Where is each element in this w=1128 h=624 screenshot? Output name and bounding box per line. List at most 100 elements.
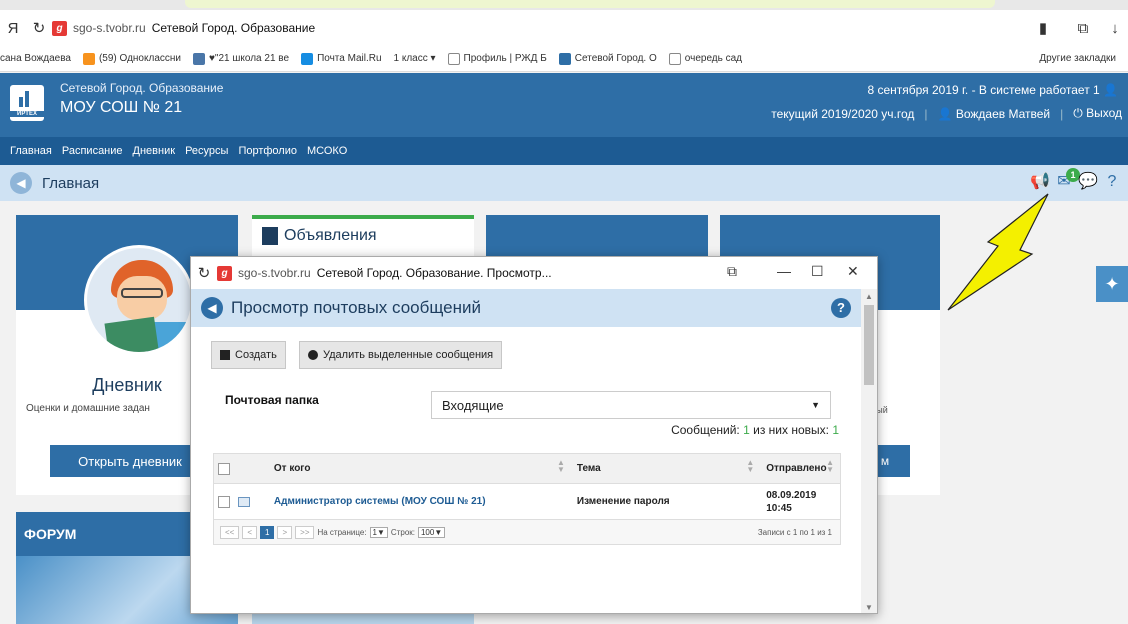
help-icon[interactable]: ? — [831, 298, 851, 318]
popup-url-host[interactable]: sgo-s.tvobr.ru — [238, 266, 311, 280]
envelope-icon — [237, 496, 250, 507]
folder-select[interactable]: Входящие ▼ — [431, 391, 831, 419]
pager-last[interactable]: >> — [295, 525, 315, 539]
ok-icon — [82, 52, 95, 65]
page-icon — [447, 52, 460, 65]
records-info: Записи с 1 по 1 из 1 — [757, 527, 832, 537]
delete-selected-button[interactable]: Удалить выделенные сообщения — [299, 341, 503, 369]
page-icon — [668, 52, 681, 65]
per-page-select[interactable]: 1▼ — [369, 526, 388, 538]
table-row[interactable]: Администратор системы (МОУ СОШ № 21) Изм… — [214, 484, 840, 520]
scroll-down-icon: ▼ — [865, 603, 873, 612]
maximize-icon[interactable]: ☐ — [811, 263, 824, 280]
nav-item-diary[interactable]: Дневник — [133, 145, 176, 157]
subject[interactable]: Изменение пароля — [577, 496, 670, 507]
popup-heading: Просмотр почтовых сообщений — [231, 298, 481, 317]
popup-title: Сетевой Город. Образование. Просмотр... — [316, 266, 552, 280]
bookmark-item[interactable]: ♥"21 школа 21 ве — [192, 52, 289, 65]
select-all-checkbox[interactable] — [217, 462, 230, 475]
bookmark-item[interactable]: Почта Mail.Ru — [301, 52, 382, 65]
tab-title: Сетевой Город. Образование — [151, 21, 316, 35]
mail-popup-window: ↻ g sgo-s.tvobr.ru Сетевой Город. Образо… — [190, 256, 878, 614]
scroll-up-icon: ▲ — [865, 292, 873, 301]
pager: << < 1 > >> На странице: 1▼ Строк: 100▼ … — [214, 520, 840, 544]
main-nav: Главная Расписание Дневник Ресурсы Портф… — [0, 137, 1128, 165]
forum-title: ФОРУМ — [24, 526, 77, 542]
bookmark-item[interactable]: очередь сад — [668, 52, 742, 65]
user-line: текущий 2019/2020 уч.год | 👤 Вождаев Мат… — [771, 106, 1122, 121]
reload-icon[interactable]: ↻ — [191, 264, 217, 282]
browser-top-strip — [0, 0, 1128, 10]
chevron-down-icon: ▼ — [811, 400, 820, 410]
col-sent[interactable]: Отправлено ▲ ▼ — [760, 459, 840, 475]
site-favicon-icon: g — [52, 20, 67, 36]
logout-link[interactable]: ⏻ Выход — [1073, 106, 1122, 121]
magic-wand-icon[interactable]: ✦ — [1096, 266, 1128, 302]
url-host[interactable]: sgo-s.tvobr.ru — [73, 21, 146, 35]
sort-icon: ▲ ▼ — [556, 458, 565, 474]
nav-item-home[interactable]: Главная — [10, 145, 52, 157]
scroll-thumb — [864, 305, 874, 385]
rows-select[interactable]: 100▼ — [417, 526, 446, 538]
chat-icon[interactable]: 💬 — [1078, 172, 1098, 192]
site-name: Сетевой Город. Образование — [60, 81, 224, 95]
site-favicon-icon: g — [217, 265, 232, 281]
open-diary-button[interactable]: Открыть дневник — [50, 445, 210, 477]
extensions-icon[interactable]: ⧉ — [1070, 20, 1096, 37]
nav-item-resources[interactable]: Ресурсы — [185, 145, 228, 157]
announcements-title[interactable]: Объявления — [284, 227, 377, 245]
back-arrow-icon[interactable]: ◀ — [201, 297, 223, 319]
pager-first[interactable]: << — [220, 525, 240, 539]
student-avatar — [84, 245, 194, 355]
open-in-tab-icon[interactable]: ⧉ — [727, 263, 737, 280]
bookmark-item[interactable]: сана Вождаева — [0, 53, 71, 64]
pager-next[interactable]: > — [277, 525, 293, 539]
sort-icon: ▲ ▼ — [826, 458, 834, 474]
yandex-logo[interactable]: Я — [0, 20, 26, 37]
nav-item-schedule[interactable]: Расписание — [62, 145, 123, 157]
sender-link[interactable]: Администратор системы (МОУ СОШ № 21) — [274, 496, 486, 507]
nav-item-msoko[interactable]: МСОКО — [307, 145, 347, 157]
messages-table: От кого ▲ ▼ Тема ▲ ▼ Отправлено ▲ ▼ Администра… — [213, 453, 841, 545]
per-page-label: На странице: — [317, 527, 367, 537]
reload-icon[interactable]: ↻ — [26, 19, 52, 37]
sent-date: 08.09.2019 10:45 — [766, 489, 817, 514]
bookmark-item[interactable]: Сетевой Город. О — [558, 52, 657, 65]
mail-icon — [301, 52, 314, 65]
bookmark-item[interactable]: Профиль | РЖД Б — [447, 52, 547, 65]
message-count: Сообщений: 1 из них новых: 1 — [671, 423, 839, 437]
minimize-icon[interactable]: — — [777, 263, 791, 279]
sort-icon: ▲ ▼ — [746, 458, 755, 474]
col-subject[interactable]: Тема ▲ ▼ — [571, 459, 760, 475]
other-bookmarks[interactable]: Другие закладки — [1039, 53, 1116, 64]
user-icon: 👤 — [1103, 83, 1118, 97]
pager-prev[interactable]: < — [242, 525, 258, 539]
minus-circle-icon — [308, 350, 318, 360]
date-status: 8 сентября 2019 г. - В системе работает … — [867, 83, 1118, 97]
power-icon: ⏻ — [1073, 106, 1083, 120]
site-header: ИРТЕХ Сетевой Город. Образование МОУ СОШ… — [0, 73, 1128, 137]
bookmark-folder[interactable]: 1 класс ▾ — [394, 53, 436, 64]
document-icon — [262, 227, 278, 245]
pager-current[interactable]: 1 — [260, 525, 275, 539]
address-bar[interactable]: Я ↻ g sgo-s.tvobr.ru Сетевой Город. Обра… — [0, 10, 1128, 46]
irtex-logo[interactable]: ИРТЕХ — [10, 85, 44, 121]
col-from[interactable]: От кого ▲ ▼ — [254, 459, 571, 475]
nav-item-portfolio[interactable]: Портфолио — [238, 145, 297, 157]
close-icon[interactable]: ✕ — [847, 263, 859, 280]
new-document-icon — [220, 350, 230, 360]
user-link[interactable]: 👤 Вождаев Матвей — [938, 107, 1051, 121]
bookmark-icon[interactable]: ▮ — [1030, 19, 1056, 37]
create-button[interactable]: Создать — [211, 341, 286, 369]
school-year[interactable]: текущий 2019/2020 уч.год — [771, 107, 914, 121]
download-icon[interactable]: ↓ — [1102, 20, 1128, 37]
back-arrow-icon[interactable]: ◀ — [10, 172, 32, 194]
popup-titlebar: ↻ g sgo-s.tvobr.ru Сетевой Город. Образо… — [191, 257, 877, 289]
folder-label: Почтовая папка — [225, 393, 319, 407]
popup-header: ◀ Просмотр почтовых сообщений ? — [191, 289, 863, 327]
popup-scrollbar[interactable]: ▲ ▼ — [861, 289, 877, 613]
bookmarks-bar: сана Вождаева (59) Одноклассни ♥"21 школ… — [0, 46, 1128, 72]
help-icon[interactable]: ? — [1102, 172, 1122, 192]
bookmark-item[interactable]: (59) Одноклассни — [82, 52, 181, 65]
row-checkbox[interactable] — [217, 495, 230, 508]
